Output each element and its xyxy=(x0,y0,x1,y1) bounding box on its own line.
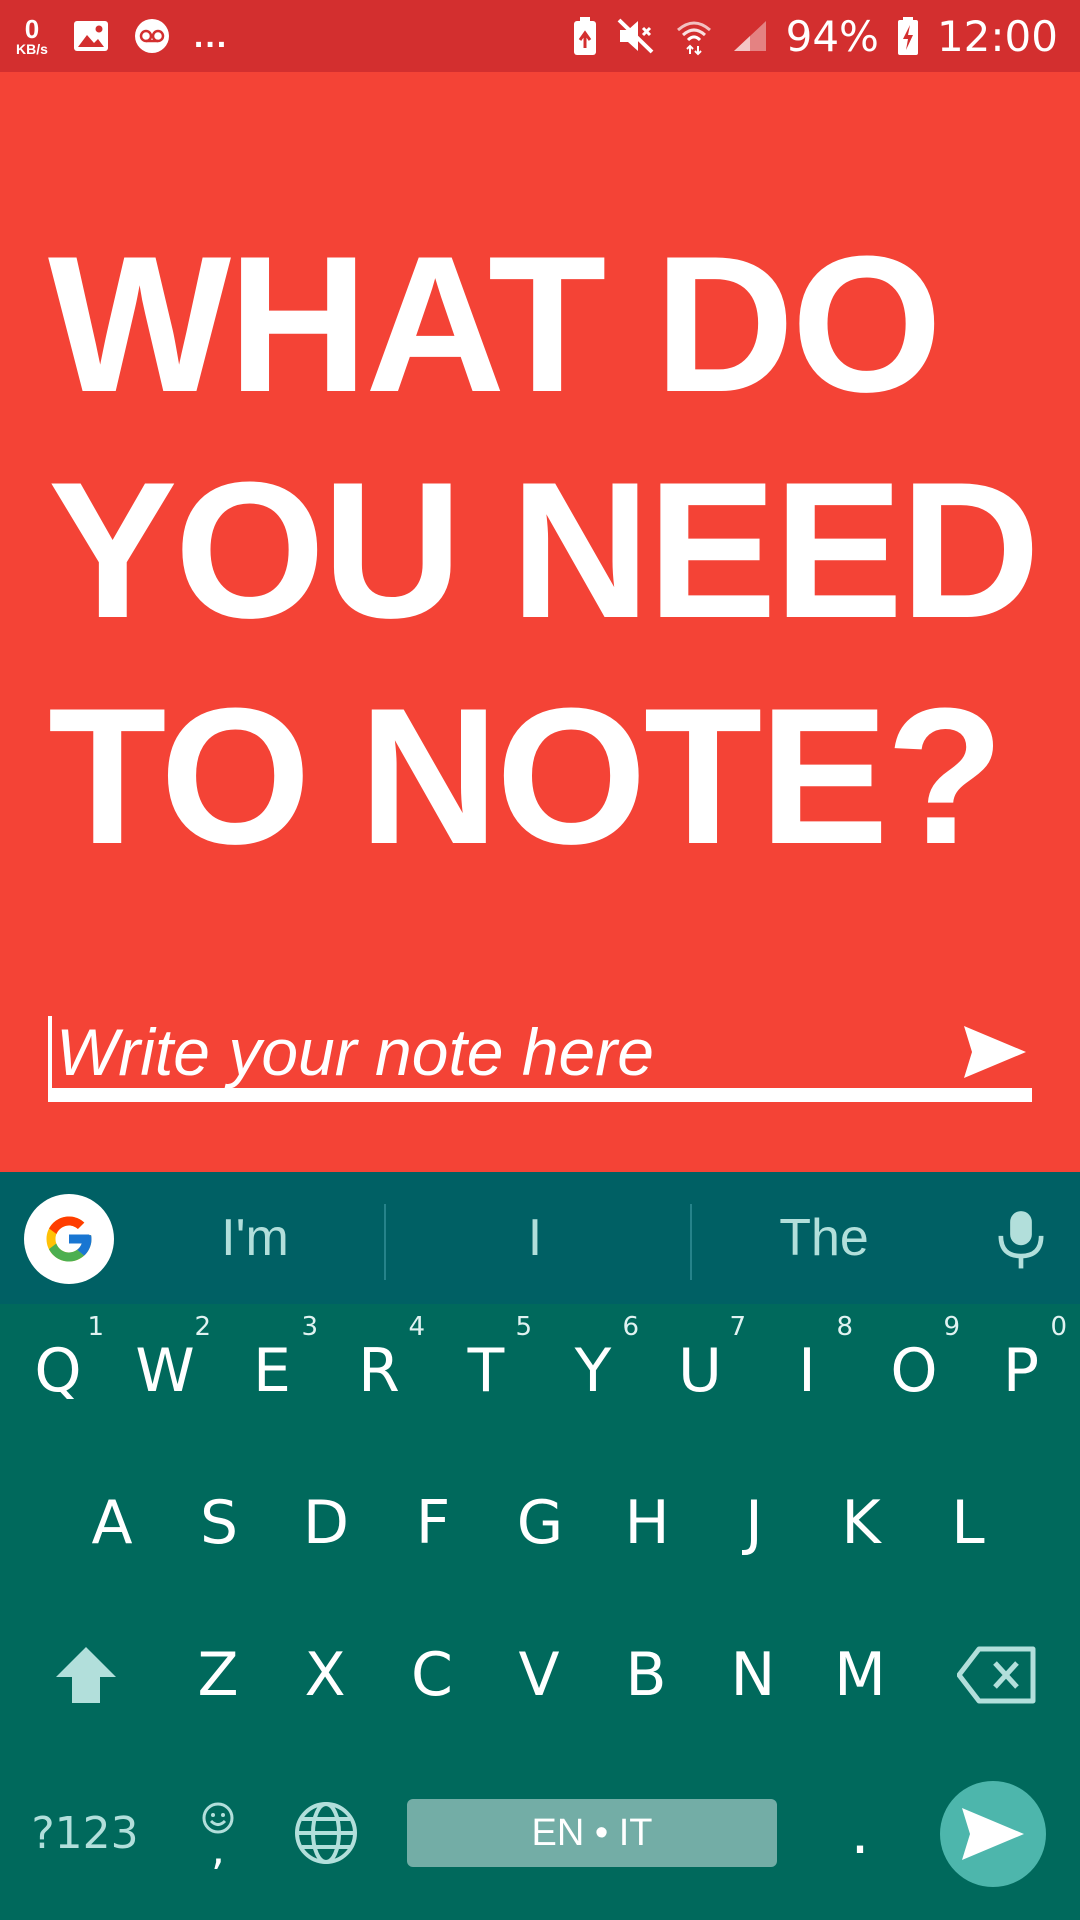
key-m[interactable]: M xyxy=(810,1610,910,1740)
note-input[interactable] xyxy=(56,1016,936,1088)
key-e[interactable]: E3 xyxy=(222,1306,322,1436)
send-icon[interactable] xyxy=(960,1022,1030,1082)
space-bar[interactable]: EN • IT xyxy=(407,1799,777,1867)
key-j[interactable]: J xyxy=(704,1458,804,1588)
key-h[interactable]: H xyxy=(597,1458,697,1588)
mic-icon[interactable] xyxy=(990,1208,1052,1270)
key-w[interactable]: W2 xyxy=(115,1306,215,1436)
more-notifications-indicator: ... xyxy=(193,16,229,55)
google-icon xyxy=(46,1216,92,1262)
key-label: T xyxy=(467,1336,505,1406)
mute-icon xyxy=(617,18,653,54)
suggestion-divider xyxy=(690,1204,692,1280)
emoji-comma-key[interactable]: , xyxy=(168,1768,268,1898)
backspace-icon xyxy=(957,1646,1036,1704)
key-label: P xyxy=(1002,1336,1040,1406)
soft-keyboard: I'm I The Q1W2E3R4T5Y6U7I8O9P0 ASDFGHJKL… xyxy=(0,1172,1080,1920)
key-y[interactable]: Y6 xyxy=(543,1306,643,1436)
suggestion-bar: I'm I The xyxy=(0,1172,1080,1304)
note-entry-screen: WHAT DO YOU NEED TO NOTE? xyxy=(0,72,1080,1172)
cell-signal-icon xyxy=(733,21,766,51)
suggestion-1[interactable]: I'm xyxy=(130,1172,380,1304)
suggestion-2[interactable]: I xyxy=(390,1172,680,1304)
key-f[interactable]: F xyxy=(383,1458,483,1588)
key-p[interactable]: P0 xyxy=(971,1306,1071,1436)
key-x[interactable]: X xyxy=(275,1610,375,1740)
key-hint: 2 xyxy=(194,1312,211,1342)
language-key[interactable] xyxy=(276,1768,376,1898)
globe-icon xyxy=(295,1802,357,1864)
key-t[interactable]: T5 xyxy=(436,1306,536,1436)
net-speed-unit: KB/s xyxy=(16,41,48,57)
key-hint: 6 xyxy=(622,1312,639,1342)
key-l[interactable]: L xyxy=(918,1458,1018,1588)
key-hint: 7 xyxy=(729,1312,746,1342)
key-i[interactable]: I8 xyxy=(757,1306,857,1436)
google-search-button[interactable] xyxy=(24,1194,114,1284)
suggestion-divider xyxy=(384,1204,386,1280)
image-icon xyxy=(73,21,108,51)
key-label: E xyxy=(253,1336,291,1406)
key-v[interactable]: V xyxy=(489,1610,589,1740)
key-o[interactable]: O9 xyxy=(864,1306,964,1436)
suggestion-3[interactable]: The xyxy=(694,1172,954,1304)
enter-send-icon xyxy=(962,1808,1024,1860)
key-a[interactable]: A xyxy=(62,1458,162,1588)
battery-percent: 94% xyxy=(785,11,879,61)
note-field[interactable] xyxy=(48,1016,1032,1102)
key-hint: 1 xyxy=(87,1312,104,1342)
shift-key[interactable] xyxy=(36,1610,136,1740)
net-speed: 0 KB/s xyxy=(16,16,48,56)
battery-saver-icon xyxy=(573,17,596,55)
enter-key[interactable] xyxy=(940,1781,1046,1887)
battery-charging-icon xyxy=(897,17,918,55)
key-c[interactable]: C xyxy=(382,1610,482,1740)
clock: 12:00 xyxy=(936,11,1058,61)
shift-icon xyxy=(56,1647,116,1703)
key-hint: 0 xyxy=(1050,1312,1067,1342)
key-label: Y xyxy=(574,1336,612,1406)
status-bar: 0 KB/s ... 94% 12:00 xyxy=(0,0,1080,72)
wifi-icon xyxy=(676,21,711,56)
key-z[interactable]: Z xyxy=(168,1610,268,1740)
key-label: W xyxy=(135,1336,195,1406)
key-g[interactable]: G xyxy=(490,1458,590,1588)
key-hint: 5 xyxy=(515,1312,532,1342)
period-key[interactable]: . xyxy=(810,1768,910,1898)
key-hint: 4 xyxy=(408,1312,425,1342)
key-k[interactable]: K xyxy=(811,1458,911,1588)
key-q[interactable]: Q1 xyxy=(8,1306,108,1436)
key-hint: 9 xyxy=(943,1312,960,1342)
symbols-key[interactable]: ?123 xyxy=(20,1768,150,1898)
key-label: O xyxy=(890,1336,938,1406)
comma-label: , xyxy=(211,1824,225,1875)
key-b[interactable]: B xyxy=(596,1610,696,1740)
net-speed-value: 0 xyxy=(24,14,40,44)
key-r[interactable]: R4 xyxy=(329,1306,429,1436)
key-hint: 3 xyxy=(301,1312,318,1342)
key-u[interactable]: U7 xyxy=(650,1306,750,1436)
key-label: U xyxy=(678,1336,722,1406)
page-title: WHAT DO YOU NEED TO NOTE? xyxy=(48,216,1040,885)
key-d[interactable]: D xyxy=(276,1458,376,1588)
key-s[interactable]: S xyxy=(169,1458,269,1588)
key-label: R xyxy=(358,1336,400,1406)
key-hint: 8 xyxy=(836,1312,853,1342)
backspace-key[interactable] xyxy=(942,1610,1052,1740)
key-label: I xyxy=(798,1336,816,1406)
key-n[interactable]: N xyxy=(703,1610,803,1740)
voicemail-icon xyxy=(134,19,169,53)
key-label: Q xyxy=(34,1336,82,1406)
